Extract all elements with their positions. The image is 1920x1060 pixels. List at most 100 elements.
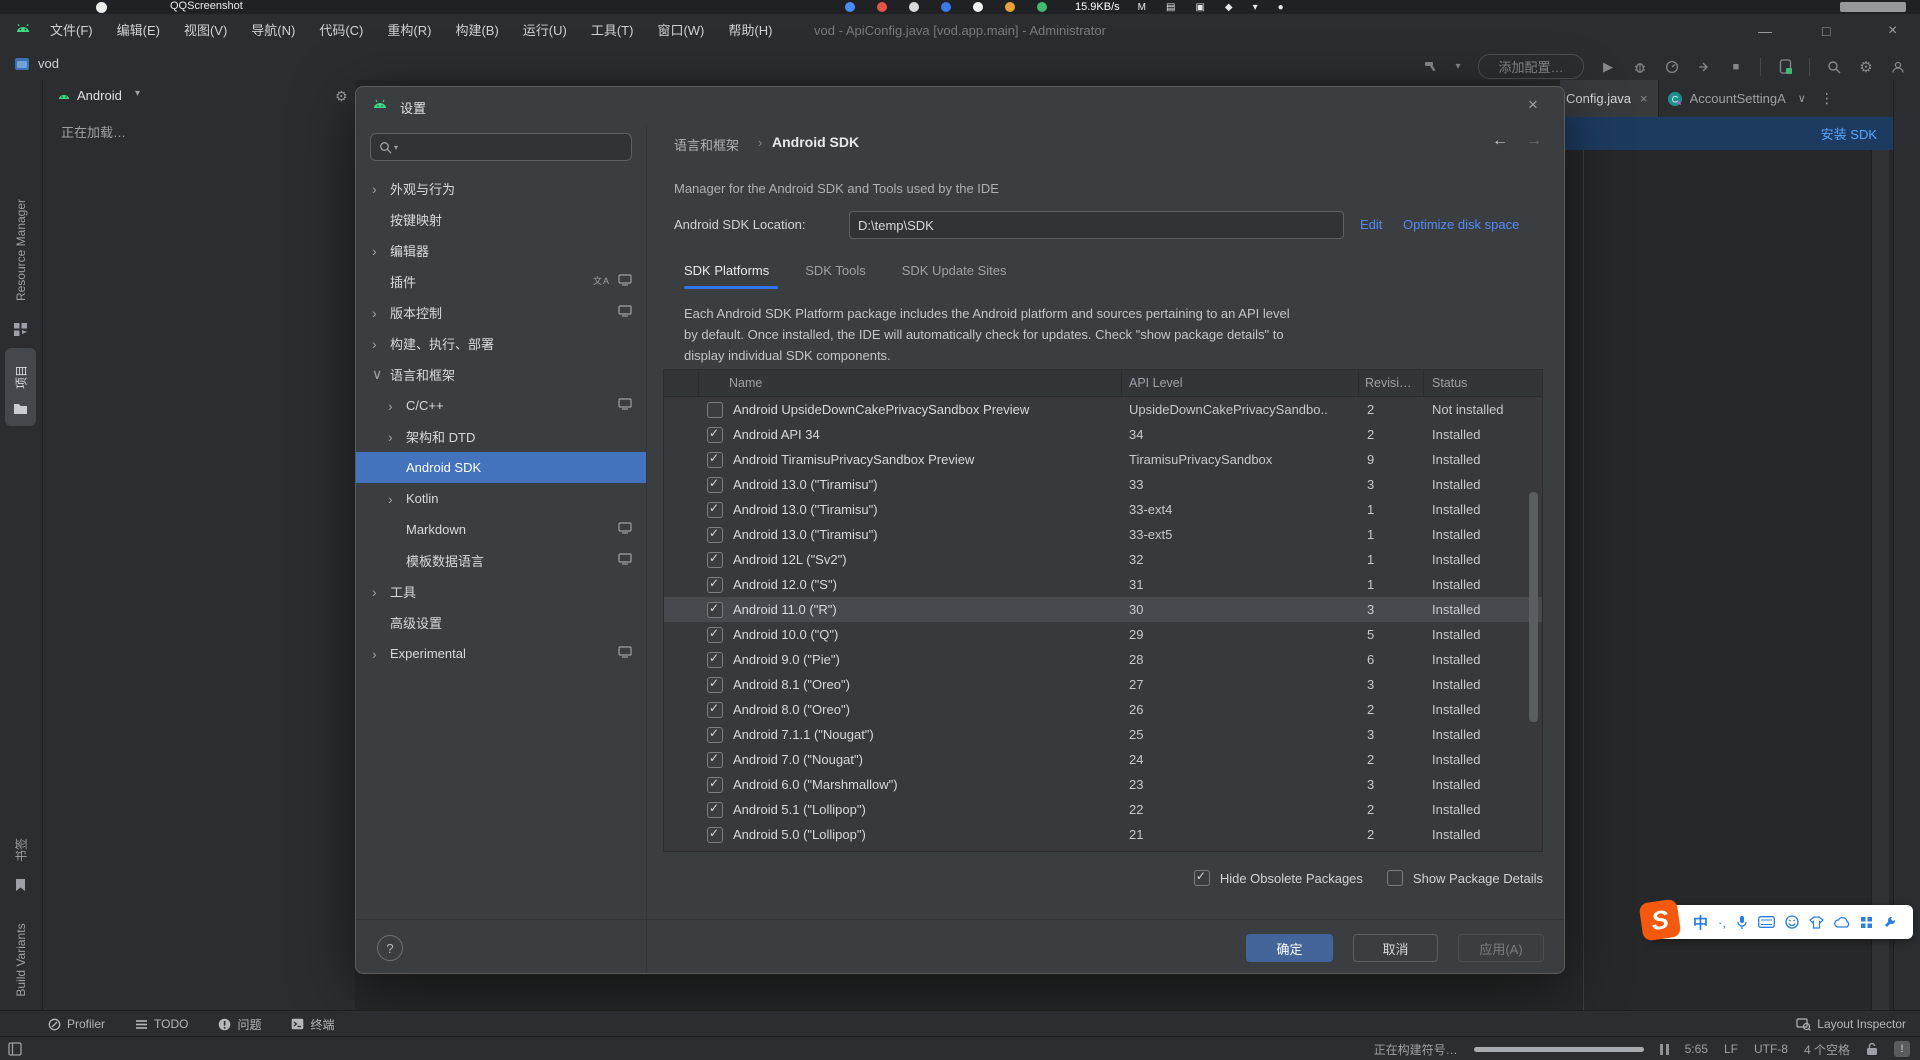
project-tab[interactable]: vod [38,56,59,71]
ime-keyboard-icon[interactable] [1758,916,1775,928]
project-view-selector[interactable]: Android [77,88,122,103]
tray-icon[interactable]: ● [1278,2,1284,13]
row-checkbox[interactable] [707,627,723,643]
row-checkbox[interactable] [707,727,723,743]
settings-tree-item[interactable]: › C/C++ 文A [356,390,646,421]
row-checkbox[interactable] [707,752,723,768]
tray-icon[interactable]: ◆ [1225,2,1233,13]
table-row[interactable]: Android 5.1 ("Lollipop") 22 2 Installed [664,797,1542,822]
row-checkbox[interactable] [707,802,723,818]
tray-icon[interactable] [1005,2,1015,12]
show-details-checkbox[interactable] [1387,870,1403,886]
settings-tree-item[interactable]: › 工具 文A [356,576,646,607]
tray-icon[interactable] [845,2,855,12]
project-folder-icon[interactable] [13,402,28,415]
settings-tree-item[interactable]: 插件 文A [356,266,646,297]
notifications-icon[interactable]: ! [1894,1041,1910,1057]
resource-manager-icon[interactable] [13,322,28,337]
menu-item[interactable]: 重构(R) [375,14,443,47]
row-checkbox[interactable] [707,552,723,568]
caret-position[interactable]: 5:65 [1685,1042,1708,1056]
tray-icon[interactable]: ▾ [1253,2,1258,13]
table-row[interactable]: Android 6.0 ("Marshmallow") 23 3 Install… [664,772,1542,797]
ime-skin-icon[interactable] [1809,916,1824,929]
table-row[interactable]: Android UpsideDownCakePrivacySandbox Pre… [664,397,1542,422]
row-checkbox[interactable] [707,652,723,668]
profiler-icon[interactable] [1663,58,1681,76]
indent-setting[interactable]: 4 个空格 [1804,1041,1850,1058]
table-row[interactable]: Android API 34 34 2 Installed [664,422,1542,447]
debug-bug-icon[interactable] [1631,58,1649,76]
column-header-revision[interactable]: Revisi… [1359,370,1424,396]
search-caret-icon[interactable]: ▾ [394,143,398,152]
row-checkbox[interactable] [707,677,723,693]
sdk-tab[interactable]: SDK Platforms [684,263,769,278]
stripe-project[interactable]: 项目 [13,365,30,389]
settings-tree-item[interactable]: Markdown 文A [356,514,646,545]
settings-tree-item[interactable]: › Kotlin 文A [356,483,646,514]
row-checkbox[interactable] [707,477,723,493]
row-checkbox[interactable] [707,427,723,443]
settings-tree-item[interactable]: 按键映射 文A [356,204,646,235]
tray-app-icon[interactable] [96,2,107,13]
row-checkbox[interactable] [707,527,723,543]
tree-chevron-icon[interactable]: ∨ [372,366,390,383]
toolwindow-todo[interactable]: TODO [135,1017,188,1031]
tray-icon[interactable]: ▤ [1166,2,1175,13]
tree-chevron-icon[interactable]: › [372,181,390,197]
row-checkbox[interactable] [707,827,723,843]
menu-item[interactable]: 运行(U) [511,14,579,47]
install-sdk-link[interactable]: 安装 SDK [1821,124,1877,143]
tree-chevron-icon[interactable]: › [388,398,406,414]
settings-tree-item[interactable]: › 架构和 DTD 文A [356,421,646,452]
row-checkbox[interactable] [707,852,723,853]
tree-chevron-icon[interactable]: › [388,491,406,507]
table-row[interactable]: Android 11.0 ("R") 30 3 Installed [664,597,1542,622]
table-row[interactable] [664,847,1542,852]
profile-avatar-icon[interactable] [1889,58,1907,76]
table-scrollbar-thumb[interactable] [1529,492,1538,722]
run-config-selector[interactable]: 添加配置… [1478,54,1584,79]
menu-item[interactable]: 导航(N) [239,14,307,47]
tray-icon[interactable]: ▣ [1195,2,1204,13]
forward-arrow-icon[interactable]: → [1526,132,1542,150]
menu-item[interactable]: 代码(C) [307,14,375,47]
bookmark-icon[interactable] [14,878,27,892]
column-header-api-level[interactable]: API Level [1122,370,1359,396]
toolwindow-layout-inspector[interactable]: Layout Inspector [1796,1017,1906,1031]
tree-chevron-icon[interactable]: › [372,336,390,352]
run-icon[interactable]: ▶ [1599,58,1617,76]
table-row[interactable]: Android TiramisuPrivacySandbox Preview T… [664,447,1542,472]
project-view-caret-icon[interactable]: ▾ [135,88,140,99]
tree-chevron-icon[interactable]: › [372,584,390,600]
toolwindow-profiler[interactable]: Profiler [48,1017,105,1031]
table-row[interactable]: Android 13.0 ("Tiramisu") 33-ext4 1 Inst… [664,497,1542,522]
stripe-bookmarks[interactable]: 书签 [13,838,30,862]
settings-tree-item[interactable]: 高级设置 文A [356,607,646,638]
tree-chevron-icon[interactable]: › [372,243,390,259]
ok-button[interactable]: 确定 [1246,934,1333,962]
tree-chevron-icon[interactable]: › [388,429,406,445]
menu-item[interactable]: 视图(V) [172,14,239,47]
tray-icon[interactable] [1037,2,1047,12]
stop-icon[interactable]: ■ [1727,58,1745,76]
settings-tree-item[interactable]: ∨ 语言和框架 文A [356,359,646,390]
table-row[interactable]: Android 10.0 ("Q") 29 5 Installed [664,622,1542,647]
menu-item[interactable]: 构建(B) [443,14,510,47]
tab-list-caret-icon[interactable]: ∨ [1798,92,1806,105]
sogou-logo[interactable]: S [1639,899,1682,942]
settings-tree-item[interactable]: › 版本控制 文A [356,297,646,328]
cancel-button[interactable]: 取消 [1353,934,1438,962]
tree-chevron-icon[interactable]: › [372,646,390,662]
sdk-tab[interactable]: SDK Update Sites [902,263,1007,278]
tray-icon[interactable] [877,2,887,12]
stripe-build-variants[interactable]: Build Variants [14,923,28,996]
tray-icon[interactable] [909,2,919,12]
build-hammer-icon[interactable] [1421,58,1439,76]
menu-item[interactable]: 窗口(W) [645,14,716,47]
attach-debugger-icon[interactable] [1695,58,1713,76]
panel-gear-icon[interactable]: ⚙ [335,88,348,105]
ime-toolbox-wrench-icon[interactable] [1883,915,1897,929]
settings-search-box[interactable]: ▾ [370,133,632,161]
line-separator[interactable]: LF [1724,1042,1738,1056]
